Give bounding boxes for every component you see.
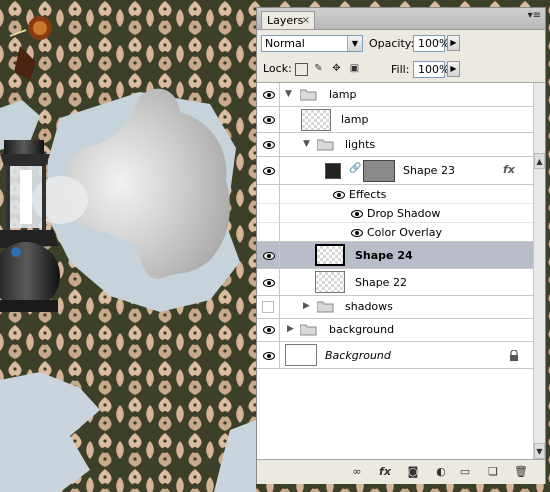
vector-mask-thumbnail[interactable] bbox=[363, 160, 395, 182]
eye-icon[interactable] bbox=[333, 191, 345, 199]
layer-row-background[interactable]: Background bbox=[257, 342, 533, 369]
expand-triangle-icon[interactable]: ▼ bbox=[285, 89, 292, 99]
close-icon[interactable]: × bbox=[302, 12, 310, 29]
layer-row-lamp-group[interactable]: ▼ lamp bbox=[257, 83, 533, 107]
layer-name: Color Overlay bbox=[367, 226, 442, 239]
layer-thumbnail bbox=[285, 344, 317, 366]
layer-row-color-overlay[interactable]: Color Overlay bbox=[257, 223, 533, 242]
lock-paint-icon[interactable]: ✎ bbox=[313, 63, 324, 74]
lock-transparent-icon[interactable] bbox=[295, 63, 308, 76]
lock-all-icon[interactable]: ▣ bbox=[349, 63, 360, 74]
layer-thumbnail bbox=[301, 109, 331, 131]
layer-name: Shape 22 bbox=[355, 276, 407, 289]
folder-icon bbox=[317, 301, 334, 313]
new-group-icon[interactable]: ▭ bbox=[457, 464, 473, 480]
layer-row-shape-23[interactable]: 🔗 Shape 23 fx bbox=[257, 157, 533, 185]
fx-icon[interactable]: fx bbox=[503, 163, 515, 176]
eye-icon[interactable] bbox=[263, 252, 275, 260]
layer-row-background-group[interactable]: ▶ background bbox=[257, 319, 533, 342]
layer-row-drop-shadow[interactable]: Drop Shadow bbox=[257, 204, 533, 223]
opacity-slider-button[interactable]: ▶ bbox=[447, 35, 460, 51]
lock-row: Lock: ✎ ✥ ▣ Fill: 100% ▶ bbox=[257, 56, 545, 83]
lock-move-icon[interactable]: ✥ bbox=[331, 63, 342, 74]
folder-icon bbox=[300, 89, 317, 101]
fill-color-thumbnail[interactable] bbox=[325, 163, 341, 179]
layer-row-lamp[interactable]: lamp bbox=[257, 107, 533, 133]
layer-row-effects[interactable]: Effects bbox=[257, 185, 533, 204]
blend-row: Normal ▼ Opacity: 100% ▶ bbox=[257, 32, 545, 56]
layer-name: lamp bbox=[329, 88, 357, 101]
opacity-input[interactable]: 100% bbox=[413, 35, 449, 52]
layer-name: Background bbox=[325, 349, 391, 362]
scroll-up-arrow-icon[interactable]: ▲ bbox=[534, 153, 545, 169]
layer-name: Effects bbox=[349, 188, 387, 201]
chevron-down-icon[interactable]: ▼ bbox=[347, 36, 362, 51]
fill-input[interactable]: 100% bbox=[413, 61, 449, 78]
layer-row-shape-24[interactable]: Shape 24 bbox=[257, 242, 533, 269]
visibility-toggle-empty[interactable] bbox=[262, 301, 274, 313]
eye-icon[interactable] bbox=[263, 167, 275, 175]
layer-name: Shape 24 bbox=[355, 249, 413, 262]
new-layer-icon[interactable]: ❏ bbox=[485, 464, 501, 480]
layer-thumbnail bbox=[315, 244, 345, 266]
eye-icon[interactable] bbox=[263, 326, 275, 334]
folder-icon bbox=[300, 324, 317, 336]
fill-slider-button[interactable]: ▶ bbox=[447, 61, 460, 77]
eye-icon[interactable] bbox=[351, 229, 363, 237]
layer-row-shadows-group[interactable]: ▶ shadows bbox=[257, 296, 533, 319]
eye-icon[interactable] bbox=[263, 352, 275, 360]
tab-layers-label: Layers bbox=[267, 14, 304, 27]
panel-menu-icon[interactable]: ▾≡ bbox=[528, 10, 541, 21]
expand-triangle-icon[interactable]: ▼ bbox=[303, 139, 310, 149]
layer-name: lights bbox=[345, 138, 376, 151]
eye-icon[interactable] bbox=[263, 116, 275, 124]
eye-icon[interactable] bbox=[351, 210, 363, 218]
blend-mode-select[interactable]: Normal ▼ bbox=[261, 35, 363, 52]
layer-name: shadows bbox=[345, 300, 393, 313]
eye-icon[interactable] bbox=[263, 279, 275, 287]
lock-label: Lock: bbox=[263, 62, 292, 75]
trash-icon[interactable]: 🗑 bbox=[513, 464, 529, 480]
link-icon[interactable]: ∞ bbox=[349, 464, 365, 480]
layer-name: Shape 23 bbox=[403, 164, 455, 177]
link-icon[interactable]: 🔗 bbox=[349, 163, 361, 174]
tab-layers[interactable]: Layers × bbox=[261, 11, 315, 29]
scroll-down-arrow-icon[interactable]: ▼ bbox=[534, 443, 545, 459]
layer-name: lamp bbox=[341, 113, 369, 126]
layers-panel: Layers × ▾≡ Normal ▼ Opacity: 100% ▶ Loc… bbox=[256, 7, 546, 484]
layer-thumbnail bbox=[315, 271, 345, 293]
layers-scrollbar[interactable]: ▲ ▼ bbox=[533, 83, 545, 459]
mask-icon[interactable]: ◙ bbox=[405, 464, 421, 480]
blend-mode-value: Normal bbox=[265, 37, 305, 50]
expand-triangle-icon[interactable]: ▶ bbox=[287, 324, 294, 334]
layer-row-shape-22[interactable]: Shape 22 bbox=[257, 269, 533, 296]
panel-tab-bar: Layers × ▾≡ bbox=[257, 8, 545, 30]
folder-icon bbox=[317, 139, 334, 151]
adjustment-icon[interactable]: ◐ bbox=[433, 464, 449, 480]
eye-icon[interactable] bbox=[263, 91, 275, 99]
layer-row-lights-group[interactable]: ▼ lights bbox=[257, 133, 533, 157]
layer-name: Drop Shadow bbox=[367, 207, 441, 220]
panel-bottom-toolbar: ∞ fx ◙ ◐ ▭ ❏ 🗑 bbox=[257, 459, 545, 484]
fx-icon[interactable]: fx bbox=[377, 464, 393, 480]
lock-icon bbox=[510, 350, 518, 361]
opacity-label: Opacity: bbox=[369, 37, 415, 50]
layers-list: ▼ lamp lamp ▼ lights 🔗 Shape 23 fx Effec… bbox=[257, 83, 545, 459]
layer-name: background bbox=[329, 323, 395, 336]
eye-icon[interactable] bbox=[263, 141, 275, 149]
fill-label: Fill: bbox=[391, 63, 410, 76]
expand-triangle-icon[interactable]: ▶ bbox=[303, 301, 310, 311]
